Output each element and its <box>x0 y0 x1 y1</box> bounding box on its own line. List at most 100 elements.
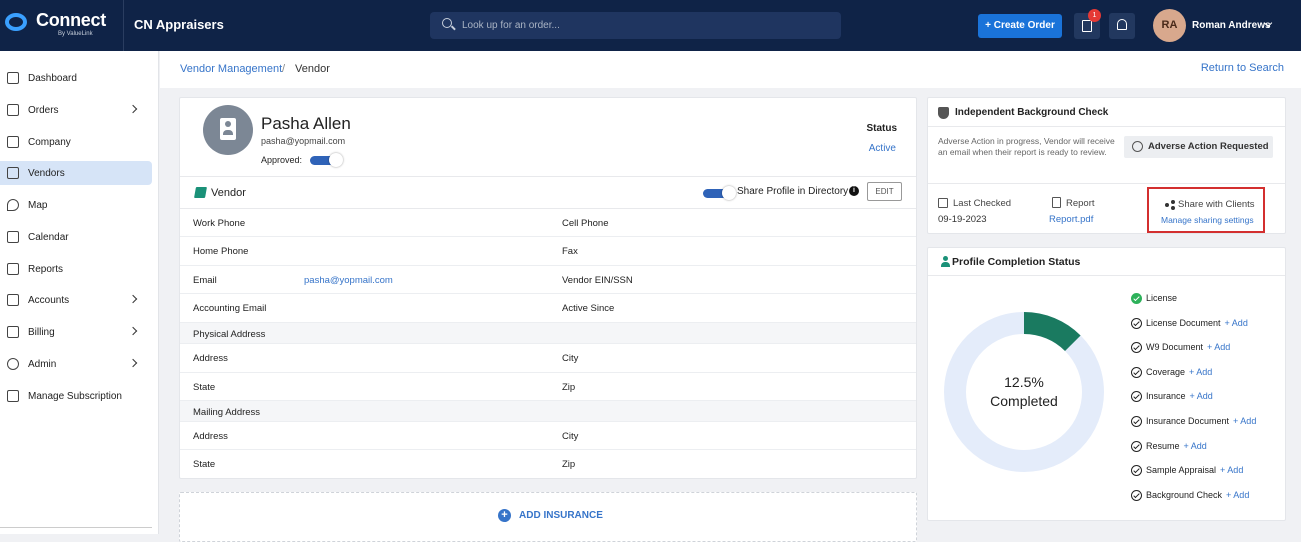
sidebar-item-company[interactable]: Company <box>0 130 152 154</box>
sidebar-item-billing[interactable]: Billing <box>0 320 152 344</box>
vendor-section-header: Vendor Share Profile in Directory i EDIT <box>180 176 916 209</box>
last-checked-label: Last Checked <box>953 198 1012 209</box>
reports-icon <box>7 263 19 275</box>
adverse-action-button[interactable]: Adverse Action Requested <box>1124 136 1273 158</box>
chevron-right-icon <box>128 104 138 114</box>
top-bar: Connect By ValueLink CN Appraisers + Cre… <box>0 0 1301 51</box>
table-row: State Zip <box>180 450 916 478</box>
chevron-right-icon <box>128 294 138 304</box>
adverse-action-label: Adverse Action Requested <box>1148 141 1269 152</box>
fax-label: Fax <box>562 246 578 257</box>
email-value[interactable]: pasha@yopmail.com <box>304 275 393 286</box>
check-circle-icon <box>1131 489 1142 501</box>
manage-sharing-settings-link[interactable]: Manage sharing settings <box>1161 215 1254 225</box>
bank-icon <box>7 294 19 306</box>
table-row: State Zip <box>180 373 916 401</box>
approved-toggle[interactable] <box>310 153 343 167</box>
sidebar-item-reports[interactable]: Reports <box>0 257 152 281</box>
avatar[interactable]: RA <box>1153 9 1186 42</box>
add-insurance-label: ADD INSURANCE <box>519 510 603 521</box>
notification-badge: 1 <box>1088 9 1101 22</box>
add-link[interactable]: + Add <box>1190 391 1213 401</box>
add-insurance-button[interactable]: + ADD INSURANCE <box>179 492 917 542</box>
share-profile-label: Share Profile in Directory <box>737 186 849 197</box>
checklist-item-text: Background Check <box>1146 489 1223 500</box>
email-label: Email <box>193 275 217 286</box>
user-name[interactable]: Roman Andrews <box>1192 20 1271 31</box>
sidebar-item-vendors[interactable]: Vendors <box>0 161 152 185</box>
sidebar-item-label: Billing <box>28 327 55 338</box>
book-icon <box>194 187 207 198</box>
add-link[interactable]: + Add <box>1189 367 1212 377</box>
checklist-item-text: Insurance Document <box>1146 416 1230 426</box>
profile-completion-title: Profile Completion Status <box>952 256 1081 268</box>
sidebar-item-calendar[interactable]: Calendar <box>0 225 152 249</box>
breadcrumb-vendor-management[interactable]: Vendor Management <box>180 63 282 75</box>
share-with-clients-label: Share with Clients <box>1178 199 1255 210</box>
sidebar-item-label: Company <box>28 137 71 148</box>
physical-address-section: Physical Address <box>180 323 916 344</box>
divider <box>928 183 1285 184</box>
physical-address-label: Physical Address <box>193 329 266 340</box>
add-link[interactable]: + Add <box>1207 342 1230 352</box>
share-icon <box>1165 200 1175 210</box>
check-circle-icon <box>1131 391 1142 403</box>
checklist-item-text: Insurance <box>1146 391 1186 402</box>
checklist-item-label: License <box>1146 293 1177 303</box>
bell-button[interactable] <box>1109 13 1135 39</box>
check-filled-icon <box>1131 293 1142 304</box>
status-label: Status <box>866 123 897 134</box>
zip-label: Zip <box>562 382 576 393</box>
sidebar-item-accounts[interactable]: Accounts <box>0 288 152 312</box>
status-value: Active <box>868 143 896 154</box>
add-link[interactable]: + Add <box>1184 441 1207 451</box>
completion-text: Completed <box>990 393 1058 409</box>
sidebar-item-label: Reports <box>28 264 64 275</box>
return-to-search-link[interactable]: Return to Search <box>1201 62 1284 74</box>
vendor-name: Pasha Allen <box>261 114 351 133</box>
approved-label: Approved: <box>261 155 303 165</box>
checklist-item-label: Background Check + Add <box>1146 490 1249 500</box>
sidebar-item-admin[interactable]: Admin <box>0 352 152 376</box>
add-link[interactable]: + Add <box>1220 465 1243 475</box>
edit-button[interactable]: EDIT <box>867 182 902 201</box>
state-label: State <box>193 459 216 470</box>
background-check-card: Independent Background Check Adverse Act… <box>927 97 1286 234</box>
sidebar-item-map[interactable]: Map <box>0 193 152 217</box>
sidebar-item-manage-subscription[interactable]: Manage Subscription <box>0 384 152 408</box>
create-order-button[interactable]: + Create Order <box>978 14 1062 38</box>
info-icon[interactable]: i <box>849 186 859 196</box>
profile-avatar <box>203 105 253 155</box>
checklist-item-label: Resume + Add <box>1146 441 1207 451</box>
table-row: Home Phone Fax <box>180 237 916 266</box>
completion-percent: 12.5% <box>1004 374 1044 390</box>
logo-text: Connect <box>36 10 106 30</box>
background-check-note: Adverse Action in progress, Vendor will … <box>938 136 1115 157</box>
report-label: Report <box>1066 198 1095 209</box>
vendor-icon <box>7 167 19 179</box>
sidebar-item-orders[interactable]: Orders <box>0 98 152 122</box>
mailing-address-label: Mailing Address <box>193 407 261 418</box>
sidebar-item-label: Calendar <box>28 232 69 243</box>
share-profile-toggle[interactable] <box>703 186 736 200</box>
checklist-item-label: License Document + Add <box>1146 318 1248 328</box>
sidebar-item-label: Vendors <box>28 168 65 179</box>
search-input[interactable] <box>462 12 832 39</box>
check-circle-icon <box>1131 465 1142 477</box>
list-icon <box>7 104 19 116</box>
report-pdf-link[interactable]: Report.pdf <box>1049 214 1093 225</box>
add-link[interactable]: + Add <box>1225 318 1248 328</box>
sidebar-item-dashboard[interactable]: Dashboard <box>0 66 152 90</box>
logo[interactable]: Connect By ValueLink <box>0 0 124 51</box>
orders-notification-button[interactable]: 1 <box>1074 9 1101 39</box>
id-badge-icon <box>220 118 236 140</box>
profile-completion-card: Profile Completion Status 12.5% Complete… <box>927 247 1286 521</box>
subscription-icon <box>7 390 19 402</box>
search-icon <box>442 18 452 28</box>
checklist-item-label: Insurance Document + Add <box>1146 416 1256 426</box>
sidebar-item-label: Manage Subscription <box>28 391 122 402</box>
add-link[interactable]: + Add <box>1226 490 1249 500</box>
add-link[interactable]: + Add <box>1233 416 1256 426</box>
sidebar-item-label: Dashboard <box>28 73 77 84</box>
table-row: Accounting Email Active Since <box>180 294 916 323</box>
